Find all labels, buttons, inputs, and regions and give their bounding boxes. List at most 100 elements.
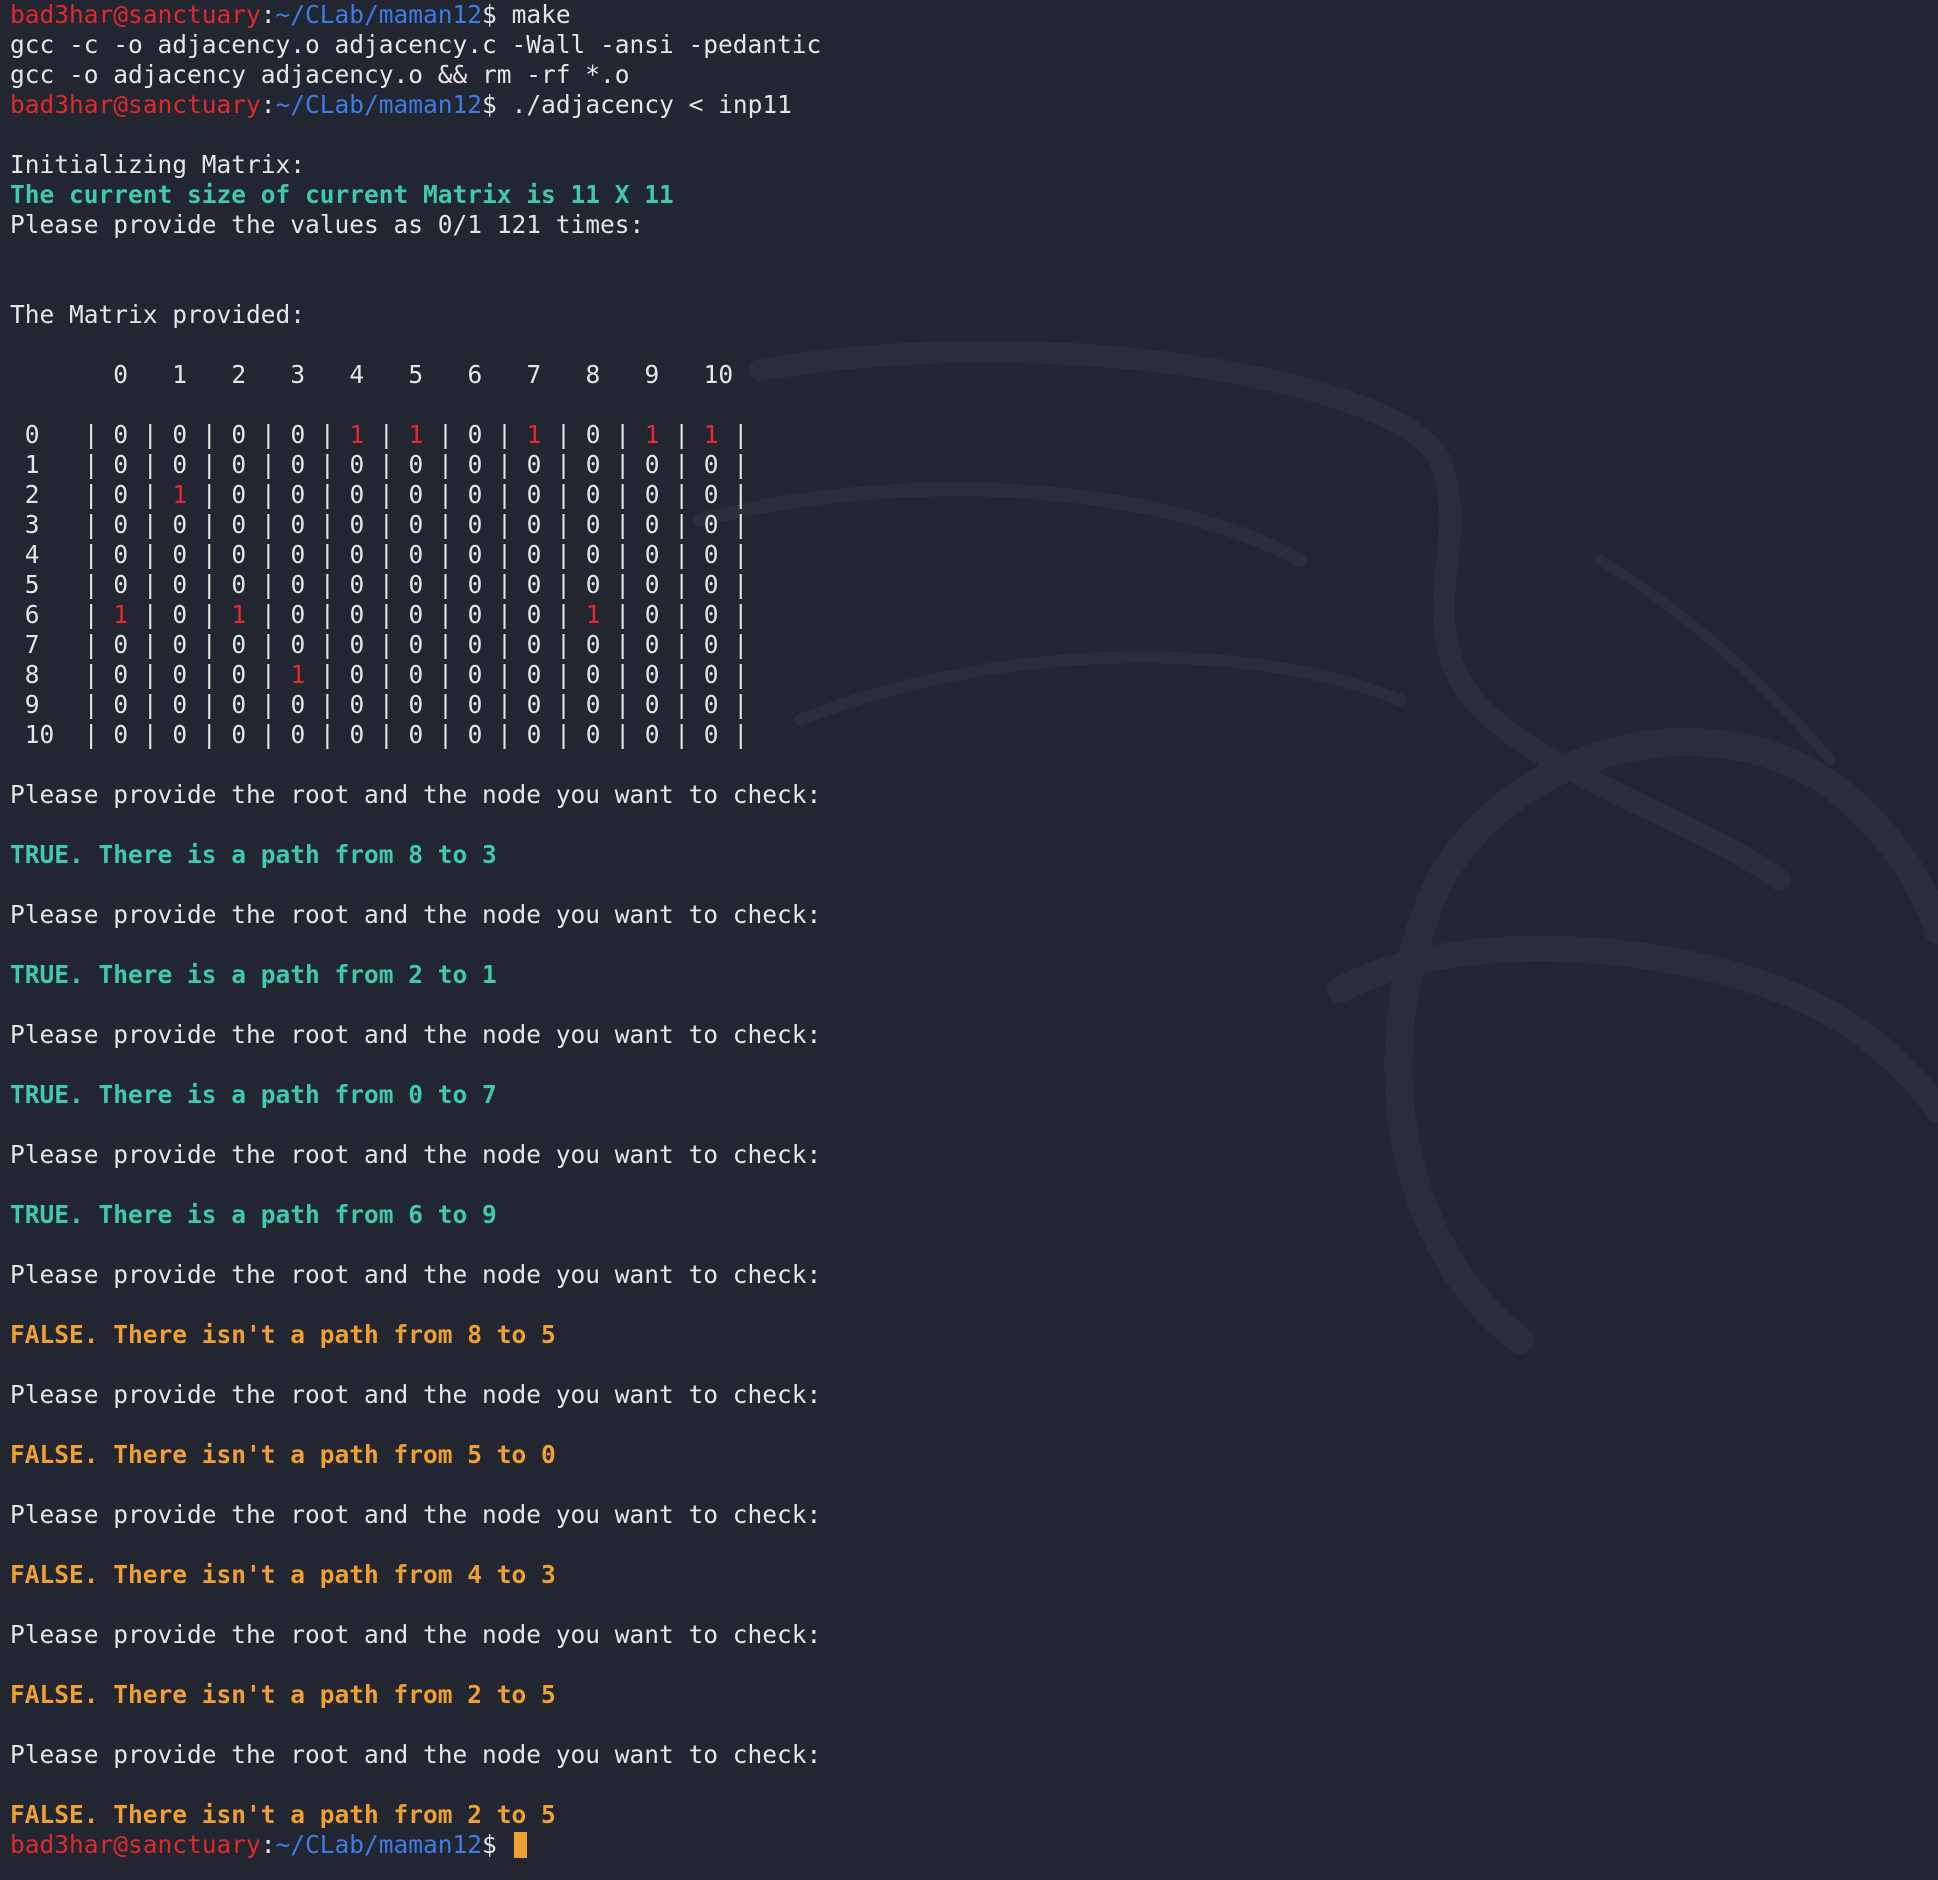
matrix-spacer [128, 420, 143, 449]
matrix-separator: | [201, 600, 232, 629]
matrix-separator: | [379, 570, 409, 599]
matrix-spacer [600, 540, 615, 569]
matrix-spacer [600, 660, 615, 689]
matrix-cell: 0 [408, 480, 424, 509]
matrix-cell: 0 [526, 660, 542, 689]
matrix-heading-text: The Matrix provided: [10, 300, 306, 329]
matrix-separator: | [379, 720, 409, 749]
matrix-spacer [187, 660, 202, 689]
matrix-separator: | [260, 690, 291, 719]
matrix-separator: | [674, 480, 704, 509]
query-prompt-text: Please provide the root and the node you… [10, 1260, 822, 1289]
matrix-cell: 0 [290, 690, 306, 719]
matrix-cell: 0 [290, 720, 306, 749]
matrix-row-label: 4 [24, 540, 40, 569]
matrix-spacer [541, 720, 556, 749]
matrix-cell: 0 [644, 660, 660, 689]
matrix-cell: 1 [349, 420, 365, 449]
matrix-separator: | [319, 570, 350, 599]
matrix-cell: 0 [231, 690, 247, 719]
matrix-spacer [660, 720, 675, 749]
matrix-spacer [10, 480, 25, 509]
matrix-cell: 0 [703, 510, 719, 539]
matrix-separator: | [438, 450, 468, 479]
matrix-separator: | [319, 660, 350, 689]
matrix-row-label: 1 [24, 450, 40, 479]
build-output-line-text: gcc -c -o adjacency.o adjacency.c -Wall … [10, 30, 822, 59]
matrix-row: 6 | 1 | 0 | 1 | 0 | 0 | 0 | 0 | 0 | 1 | … [10, 600, 1930, 630]
matrix-cell: 1 [644, 420, 660, 449]
matrix-spacer [660, 420, 675, 449]
matrix-spacer [40, 510, 84, 539]
matrix-spacer [128, 600, 143, 629]
build-output-line: gcc -o adjacency adjacency.o && rm -rf *… [10, 60, 1930, 90]
prompt-line: bad3har@sanctuary:~/CLab/maman12$ [10, 1830, 1930, 1860]
matrix-separator: | [556, 540, 586, 569]
matrix-cell: 0 [231, 570, 247, 599]
matrix-separator: | [319, 510, 350, 539]
matrix-spacer [423, 570, 438, 599]
result-line-text: FALSE. There isn't a path from 5 to 0 [10, 1440, 556, 1469]
matrix-col-header: 8 [585, 360, 601, 389]
matrix-col-header: 7 [526, 360, 542, 389]
matrix-col-header: 3 [290, 360, 306, 389]
query-prompt: Please provide the root and the node you… [10, 900, 1930, 930]
matrix-cell: 0 [467, 570, 483, 599]
matrix-row: 7 | 0 | 0 | 0 | 0 | 0 | 0 | 0 | 0 | 0 | … [10, 630, 1930, 660]
matrix-spacer [719, 600, 734, 629]
matrix-cell: 0 [526, 510, 542, 539]
matrix-separator: | [438, 510, 468, 539]
matrix-separator: | [201, 420, 232, 449]
matrix-separator: | [733, 510, 749, 539]
init-text-text: Initializing Matrix: [10, 150, 306, 179]
matrix-cell: 0 [408, 450, 424, 479]
terminal-cursor[interactable] [513, 1832, 527, 1858]
prompt-user-host: bad3har@sanctuary [10, 90, 261, 119]
matrix-separator: | [260, 450, 291, 479]
matrix-spacer [305, 630, 320, 659]
matrix-separator: | [615, 420, 645, 449]
matrix-cell: 0 [349, 450, 365, 479]
prompt-user-host: bad3har@sanctuary [10, 0, 261, 29]
matrix-spacer [364, 510, 379, 539]
matrix-separator: | [674, 600, 704, 629]
matrix-separator: | [201, 660, 232, 689]
matrix-separator: | [497, 540, 527, 569]
matrix-separator: | [438, 480, 468, 509]
matrix-spacer [187, 630, 202, 659]
result-line-text: FALSE. There isn't a path from 8 to 5 [10, 1320, 556, 1349]
query-prompt-text: Please provide the root and the node you… [10, 1020, 822, 1049]
matrix-separator: | [615, 660, 645, 689]
matrix-cell: 0 [408, 570, 424, 599]
matrix-separator: | [201, 690, 232, 719]
matrix-cell: 0 [172, 660, 188, 689]
matrix-cell: 0 [526, 570, 542, 599]
matrix-cell: 0 [231, 540, 247, 569]
matrix-separator: | [260, 720, 291, 749]
matrix-spacer [54, 720, 84, 749]
provide-values-text-text: Please provide the values as 0/1 121 tim… [10, 210, 645, 239]
matrix-cell: 0 [644, 570, 660, 599]
matrix-separator: | [142, 570, 173, 599]
matrix-spacer [40, 690, 84, 719]
terminal-output[interactable]: bad3har@sanctuary:~/CLab/maman12$ make gc… [10, 0, 1930, 1860]
matrix-cell: 0 [290, 570, 306, 599]
matrix-separator: | [674, 720, 704, 749]
matrix-cell: 0 [349, 480, 365, 509]
matrix-row-label: 2 [24, 480, 40, 509]
matrix-spacer [187, 690, 202, 719]
matrix-separator: | [142, 540, 173, 569]
matrix-spacer [423, 660, 438, 689]
prompt-colon: : [260, 90, 276, 119]
matrix-separator: | [556, 510, 586, 539]
matrix-cell: 0 [349, 510, 365, 539]
matrix-separator: | [142, 630, 173, 659]
matrix-spacer [423, 630, 438, 659]
